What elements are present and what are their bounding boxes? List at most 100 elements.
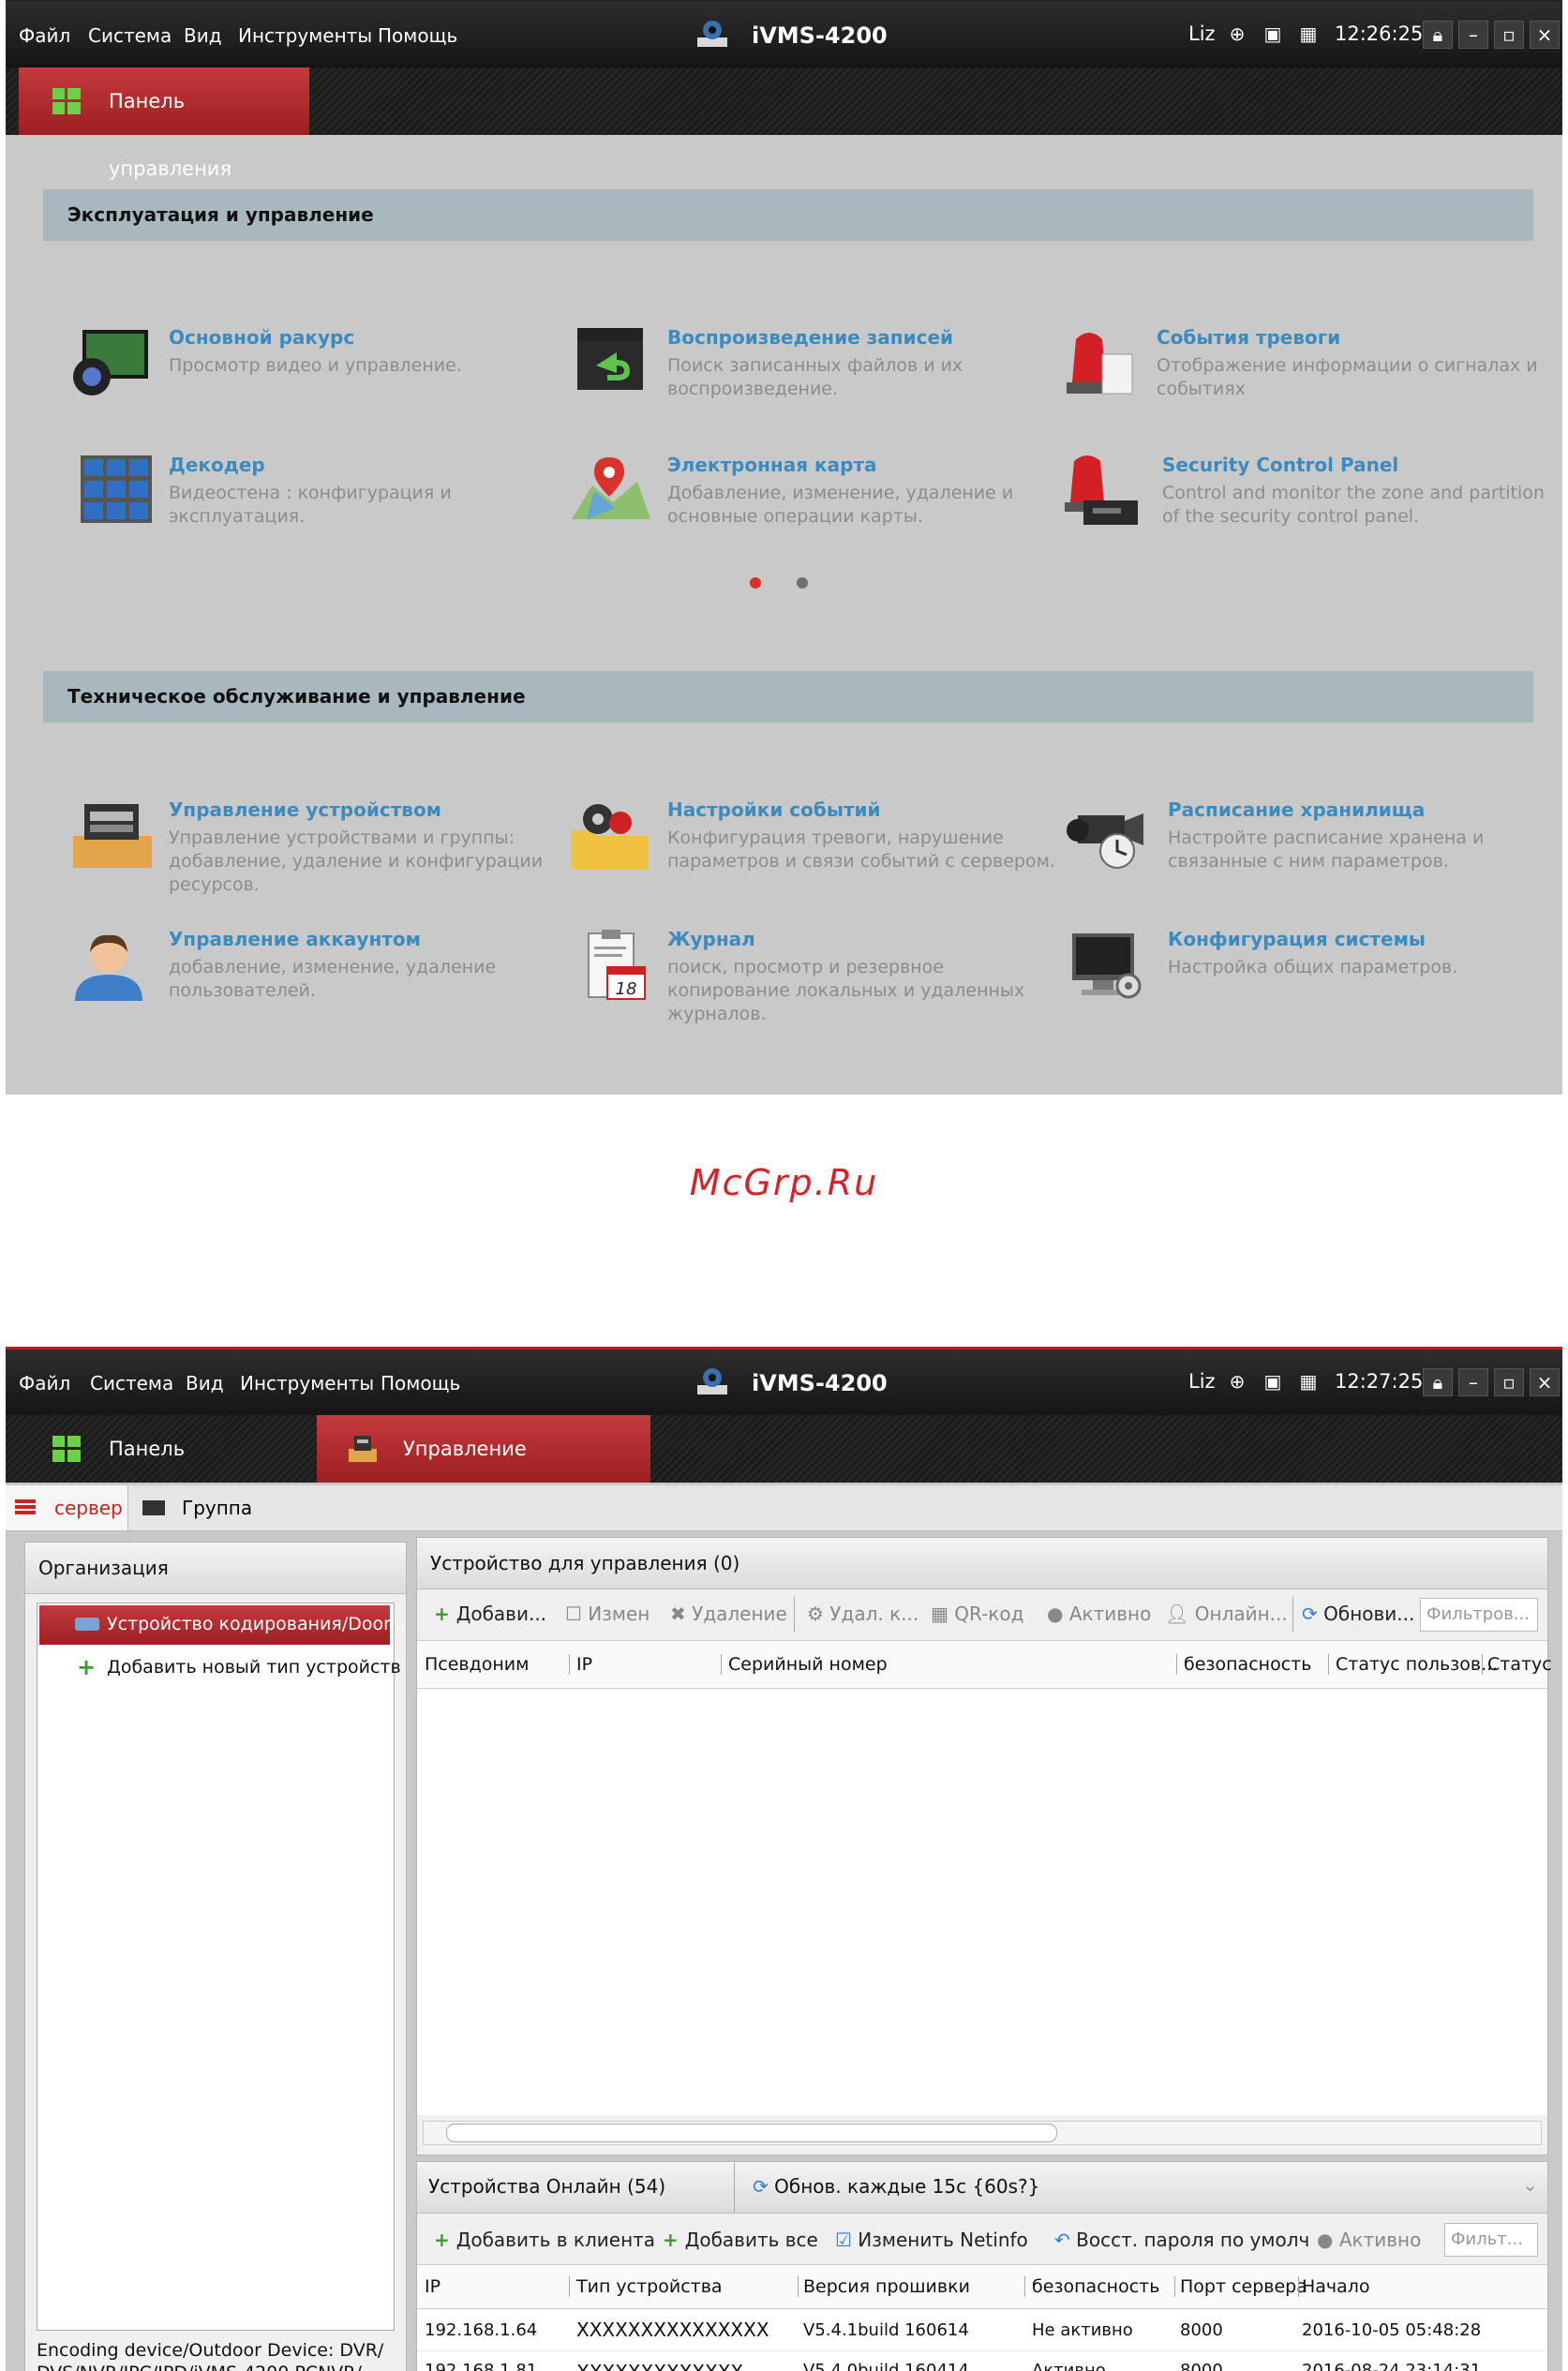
item-playback[interactable]: Воспроизведение записей Поиск записанных… xyxy=(568,326,1055,429)
col-user-status[interactable]: Статус пользов... xyxy=(1336,1654,1498,1675)
online-user-button[interactable]: 👤︎ Онлайн... xyxy=(1165,1603,1288,1625)
refresh-button[interactable]: ⟳ Обнови... xyxy=(1302,1603,1414,1625)
online-devices-panel: Устройства Онлайн (54) ⟳ Обнов. каждые 1… xyxy=(416,2161,1548,2371)
refresh-interval[interactable]: ⟳ Обнов. каждые 15с {60s?} xyxy=(753,2175,1039,2198)
item-title[interactable]: Декодер xyxy=(169,454,265,476)
activate-button[interactable]: ● Активно xyxy=(1317,2229,1421,2251)
item-device-management[interactable]: Управление устройством Управление устрой… xyxy=(69,798,557,902)
cell-device-type: XXXXXXXXXXXXX xyxy=(576,2361,743,2371)
tree-item-label: Устройство кодирования/Door... xyxy=(107,1614,407,1634)
col-device-type[interactable]: Тип устройства xyxy=(576,2276,723,2297)
item-title[interactable]: Журнал xyxy=(667,928,755,950)
item-event-settings[interactable]: Настройки событий Конфигурация тревоги, … xyxy=(568,798,1055,902)
item-title[interactable]: Security Control Panel xyxy=(1162,454,1398,476)
collapse-icon[interactable]: ⌄ xyxy=(1522,2173,1538,2196)
add-device-button[interactable]: + Добави... xyxy=(434,1603,546,1625)
remote-config-button[interactable]: ⚙ Удал. к... xyxy=(807,1603,918,1625)
col-security[interactable]: безопасность xyxy=(1184,1654,1311,1675)
lock-icon[interactable]: 🔒︎ xyxy=(1423,21,1453,49)
network-icon: ⊕ xyxy=(1229,1370,1246,1393)
tree-item-add-device-type[interactable]: + Добавить новый тип устройств xyxy=(39,1648,401,1686)
item-title[interactable]: Управление аккаунтом xyxy=(169,928,421,950)
item-title[interactable]: Расписание хранилища xyxy=(1168,798,1425,821)
restore-password-button[interactable]: ↶ Восст. пароля по умолч xyxy=(1054,2229,1309,2251)
activate-button[interactable]: ● Активно xyxy=(1047,1603,1151,1625)
maximize-button[interactable]: ▫ xyxy=(1494,21,1524,49)
col-security[interactable]: безопасность xyxy=(1032,2276,1159,2297)
page-dot-active[interactable] xyxy=(750,577,761,589)
lock-icon[interactable]: 🔒︎ xyxy=(1423,1368,1453,1396)
qr-code-button[interactable]: ▦ QR-код xyxy=(931,1603,1023,1625)
item-title[interactable]: Основной ракурс xyxy=(169,326,354,349)
item-account-management[interactable]: Управление аккаунтом добавление, изменен… xyxy=(69,928,557,1031)
item-title[interactable]: Воспроизведение записей xyxy=(667,326,953,349)
item-log[interactable]: 18 Журнал поиск, просмотр и резервное ко… xyxy=(568,928,1055,1031)
minimize-button[interactable]: – xyxy=(1458,21,1488,49)
col-server-port[interactable]: Порт сервера xyxy=(1180,2276,1307,2297)
control-panel-icon xyxy=(52,1436,81,1462)
item-storage-schedule[interactable]: Расписание хранилища Настройте расписани… xyxy=(1065,798,1552,902)
horizontal-scrollbar[interactable] xyxy=(423,2121,1542,2145)
app-logo-icon xyxy=(697,1368,727,1394)
maximize-button[interactable]: ▫ xyxy=(1494,1368,1524,1396)
close-button[interactable]: × xyxy=(1530,21,1560,49)
tab-group[interactable]: Группа xyxy=(131,1485,253,1530)
modify-button[interactable]: ☐ Измен xyxy=(565,1603,650,1625)
tab-label: Панель управления xyxy=(109,90,232,180)
close-button[interactable]: × xyxy=(1530,1368,1560,1396)
item-decoder[interactable]: Декодер Видеостена : конфигурация и эксп… xyxy=(69,454,557,557)
tab-control-panel[interactable]: Панель управления xyxy=(19,1415,309,1528)
menu-view[interactable]: Вид xyxy=(186,1372,224,1394)
menu-system[interactable]: Система xyxy=(88,24,172,47)
add-all-button[interactable]: + Добавить все xyxy=(663,2229,818,2251)
add-to-client-button[interactable]: + Добавить в клиента xyxy=(434,2229,655,2251)
storage-schedule-icon xyxy=(1067,813,1143,869)
delete-button[interactable]: ✖ Удаление xyxy=(670,1603,787,1625)
filter-input[interactable]: Фильтров... xyxy=(1420,1598,1538,1632)
item-title[interactable]: События тревоги xyxy=(1157,326,1340,349)
playback-icon xyxy=(577,328,643,390)
tab-device-management[interactable]: Управление устройством xyxy=(317,1415,650,1528)
encoding-device-icon xyxy=(75,1618,99,1631)
col-serial[interactable]: Серийный номер xyxy=(728,1654,888,1675)
control-panel-icon xyxy=(52,88,81,114)
minimize-button[interactable]: – xyxy=(1458,1368,1488,1396)
col-alias[interactable]: Псевдоним xyxy=(425,1654,530,1675)
item-desc: Управление устройствами и группы: добавл… xyxy=(169,828,544,895)
item-alarm-events[interactable]: События тревоги Отображение информации о… xyxy=(1059,326,1546,429)
cell-ip: 192.168.1.64 xyxy=(425,2320,538,2340)
item-security-control-panel[interactable]: Security Control Panel Control and monit… xyxy=(1059,454,1546,557)
tree-item-encoding-device[interactable]: Устройство кодирования/Door... xyxy=(39,1605,406,1645)
log-calendar-icon: 18 xyxy=(588,930,646,1000)
tab-control-panel[interactable]: Панель управления xyxy=(19,67,309,180)
item-title[interactable]: Настройки событий xyxy=(667,798,881,821)
menu-help[interactable]: Помощь xyxy=(378,24,457,47)
cpu-icon: ▣ xyxy=(1263,22,1282,45)
page-dot[interactable] xyxy=(797,577,808,589)
menu-tools[interactable]: Инструменты xyxy=(238,24,372,47)
col-divider xyxy=(1482,1654,1483,1675)
menu-help[interactable]: Помощь xyxy=(381,1372,460,1394)
menu-system[interactable]: Система xyxy=(90,1372,173,1394)
col-ip[interactable]: IP xyxy=(425,2276,441,2297)
filter-input[interactable]: Фильт... xyxy=(1444,2223,1538,2257)
col-ip[interactable]: IP xyxy=(576,1654,592,1675)
menu-tools[interactable]: Инструменты xyxy=(240,1372,374,1394)
menu-file[interactable]: Файл xyxy=(19,24,70,47)
modify-netinfo-button[interactable]: ☑ Изменить Netinfo xyxy=(835,2229,1028,2251)
menu-file[interactable]: Файл xyxy=(19,1372,70,1394)
tab-server[interactable]: сервер xyxy=(6,1485,128,1530)
table-row[interactable]: 192.168.1.64 XXXXXXXXXXXXXXX V5.4.1build… xyxy=(417,2309,1547,2351)
managed-devices-title: Устройство для управления (0) xyxy=(417,1538,1547,1589)
scrollbar-thumb[interactable] xyxy=(446,2124,1057,2142)
item-system-config[interactable]: Конфигурация системы Настройка общих пар… xyxy=(1065,928,1552,1031)
item-main-view[interactable]: Основной ракурс Просмотр видео и управле… xyxy=(69,326,557,429)
menu-view[interactable]: Вид xyxy=(184,24,222,47)
col-status[interactable]: Статус xyxy=(1487,1654,1552,1675)
item-title[interactable]: Электронная карта xyxy=(667,454,877,476)
item-title[interactable]: Управление устройством xyxy=(169,798,441,821)
item-emap[interactable]: Электронная карта Добавление, изменение,… xyxy=(568,454,1055,557)
col-start[interactable]: Начало xyxy=(1302,2276,1370,2297)
item-title[interactable]: Конфигурация системы xyxy=(1168,928,1426,950)
col-firmware[interactable]: Версия прошивки xyxy=(803,2276,970,2297)
